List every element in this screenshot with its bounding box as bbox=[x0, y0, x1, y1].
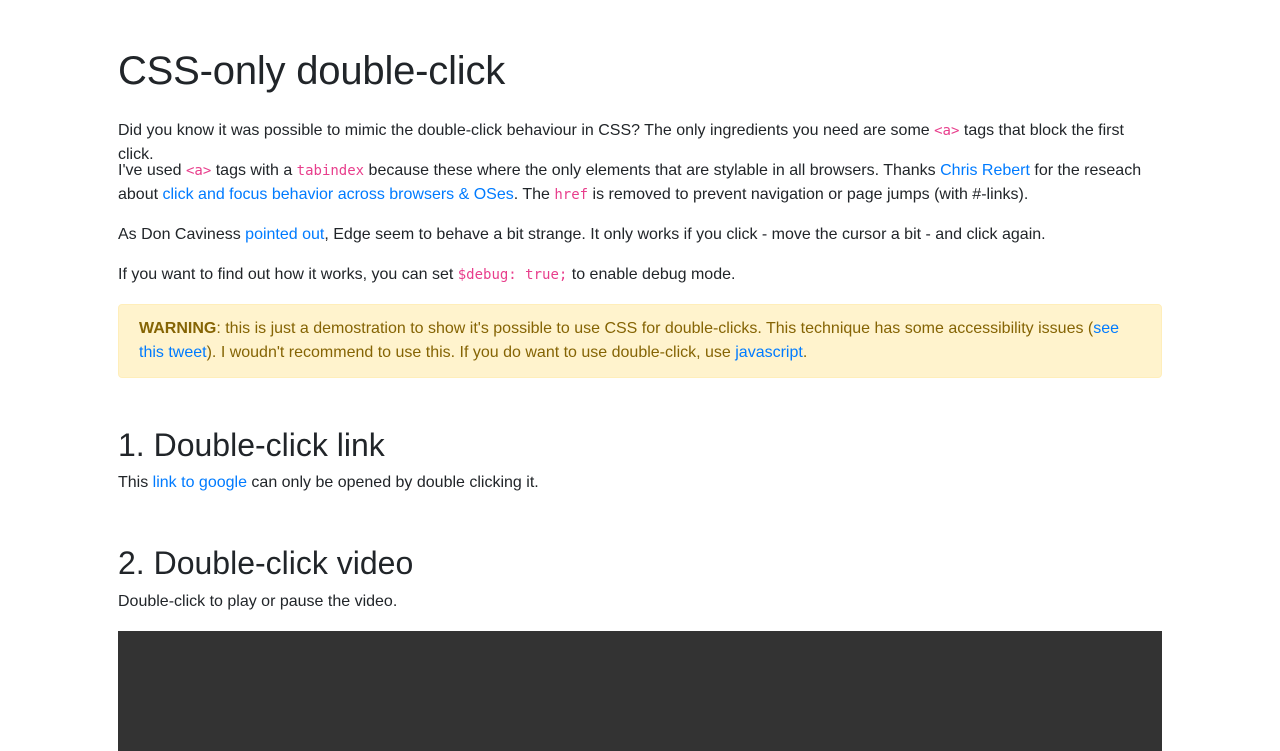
video-player[interactable] bbox=[118, 631, 1162, 751]
inline-code: $debug: true; bbox=[457, 267, 568, 283]
tabindex-paragraph: I've used <a> tags with a tabindex becau… bbox=[118, 162, 1142, 203]
debug-paragraph: If you want to find out how it works, yo… bbox=[118, 266, 736, 283]
chris-rebert-link[interactable]: Chris Rebert bbox=[940, 162, 1030, 179]
double-click-video-paragraph: Double-click to play or pause the video. bbox=[118, 593, 398, 610]
pointed-out-link[interactable]: pointed out bbox=[245, 226, 324, 243]
edge-paragraph: As Don Caviness pointed out, Edge seem t… bbox=[118, 226, 1046, 243]
inline-code: href bbox=[554, 187, 589, 203]
page-title: CSS-only double-click bbox=[118, 49, 506, 93]
inline-code: tabindex bbox=[296, 163, 365, 179]
section-heading-double-click-video: 2. Double-click video bbox=[118, 545, 414, 581]
section-heading-double-click-link: 1. Double-click link bbox=[118, 427, 385, 463]
click-focus-behavior-link[interactable]: click and focus behavior across browsers… bbox=[162, 186, 513, 203]
warning-label: WARNING bbox=[139, 320, 217, 337]
warning-alert: WARNING: this is just a demostration to … bbox=[118, 304, 1162, 378]
double-click-link-paragraph: This link to google can only be opened b… bbox=[118, 474, 539, 491]
inline-code: <a> bbox=[934, 123, 960, 139]
link-to-google[interactable]: link to google bbox=[153, 474, 247, 491]
javascript-link[interactable]: javascript bbox=[735, 344, 803, 361]
inline-code: <a> bbox=[185, 163, 212, 179]
